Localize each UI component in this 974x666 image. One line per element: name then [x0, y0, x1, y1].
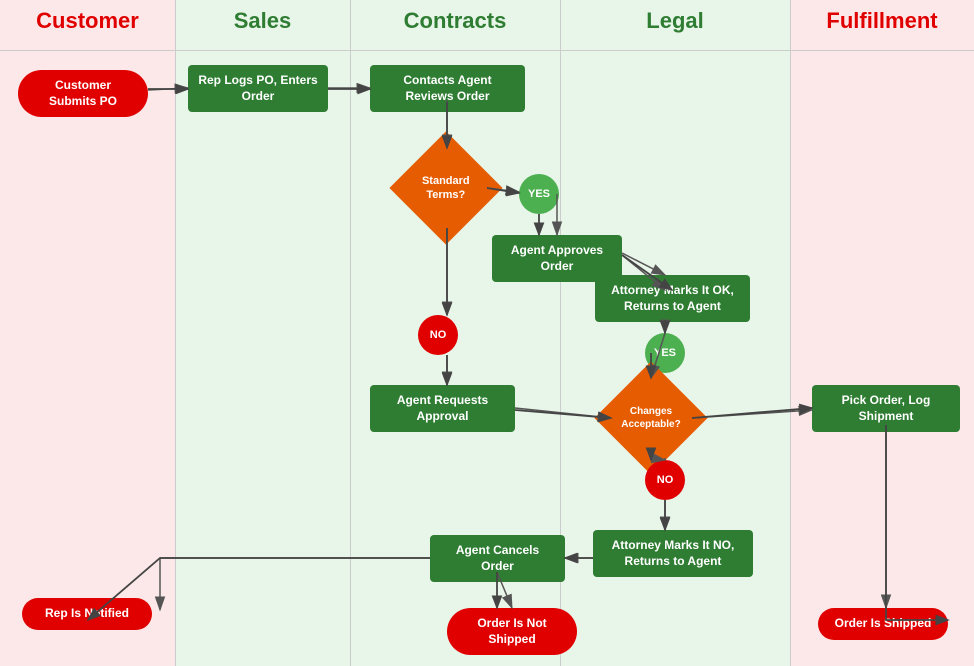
node-no1: NO [418, 315, 458, 355]
node-order-shipped: Order Is Shipped [818, 608, 948, 640]
divider-1 [175, 0, 176, 666]
lane-fulfillment-bg [790, 0, 974, 666]
lane-legal-header: Legal [560, 8, 790, 34]
node-yes1: YES [519, 174, 559, 214]
header-divider [0, 50, 974, 51]
node-attorney-ok: Attorney Marks It OK, Returns to Agent [595, 275, 750, 322]
flowchart-container: Customer Sales Contracts Legal Fulfillme… [0, 0, 974, 666]
node-agent-cancels: Agent Cancels Order [430, 535, 565, 582]
node-agent-requests: Agent Requests Approval [370, 385, 515, 432]
node-rep-logs: Rep Logs PO, Enters Order [188, 65, 328, 112]
divider-4 [790, 0, 791, 666]
lane-sales-header: Sales [175, 8, 350, 34]
node-no2: NO [645, 460, 685, 500]
node-rep-notified: Rep Is Notified [22, 598, 152, 630]
node-attorney-no: Attorney Marks It NO, Returns to Agent [593, 530, 753, 577]
divider-2 [350, 0, 351, 666]
lane-customer-header: Customer [0, 8, 175, 34]
node-customer-submit: Customer Submits PO [18, 70, 148, 117]
node-contacts-agent: Contacts Agent Reviews Order [370, 65, 525, 112]
node-pick-order: Pick Order, Log Shipment [812, 385, 960, 432]
lane-contracts-header: Contracts [350, 8, 560, 34]
node-order-not-shipped: Order Is Not Shipped [447, 608, 577, 655]
lane-fulfillment-header: Fulfillment [790, 8, 974, 34]
